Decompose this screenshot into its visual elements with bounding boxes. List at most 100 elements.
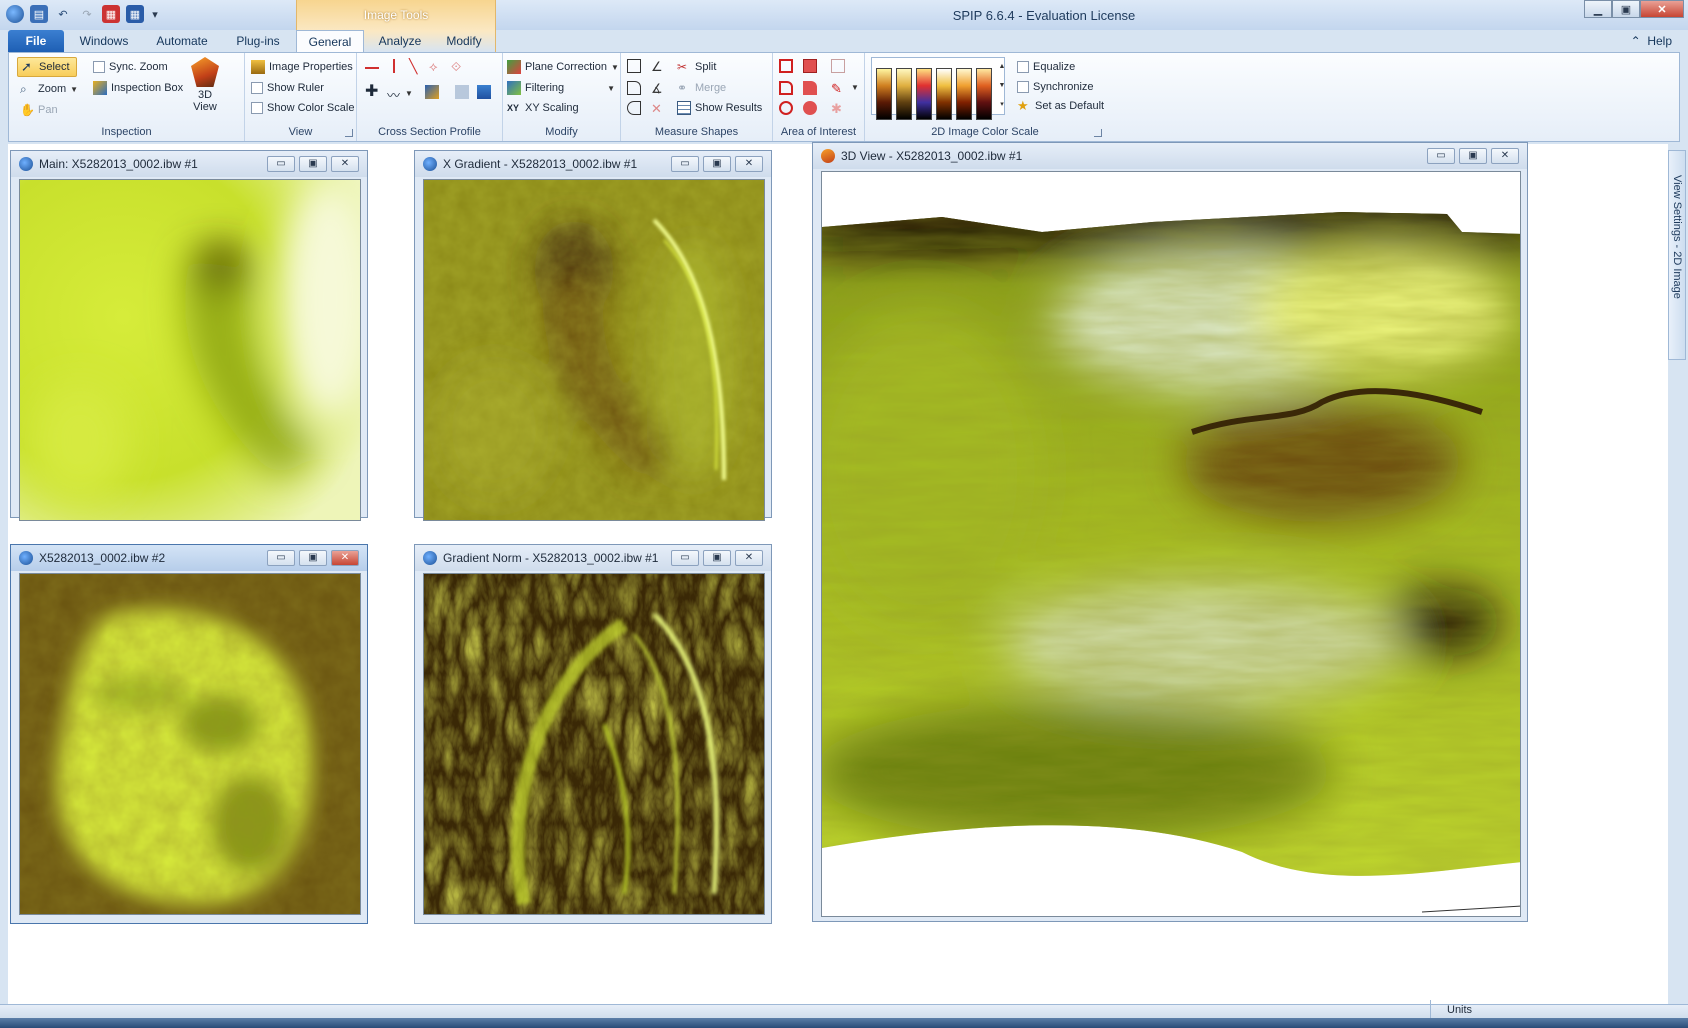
color-scale-swatch-2[interactable]	[896, 68, 912, 120]
rectangle-shape-icon[interactable]	[627, 59, 641, 73]
delete-shape-icon[interactable]: ✕	[651, 101, 665, 116]
xy-scaling-button[interactable]: XY XY Scaling	[507, 98, 579, 118]
show-ruler-checkbox[interactable]: Show Ruler	[251, 78, 324, 98]
units-status[interactable]: Units	[1430, 1000, 1688, 1020]
3d-canvas[interactable]	[821, 171, 1521, 917]
pan-button[interactable]: ✋ Pan	[20, 100, 58, 120]
close-button[interactable]: ✕	[735, 156, 763, 172]
minimize-button[interactable]: ▭	[1427, 148, 1455, 164]
window-3d-view[interactable]: 3D View - X5282013_0002.ibw #1 ▭ ▣ ✕	[812, 142, 1528, 922]
color-scale-gallery[interactable]	[871, 57, 1005, 120]
freehand-profile-icon[interactable]: ⟡	[429, 59, 443, 74]
tab-analyze[interactable]: Analyze	[370, 30, 430, 52]
aoi-ellipse-icon[interactable]	[779, 101, 793, 115]
window-main[interactable]: Main: X5282013_0002.ibw #1 ▭ ▣ ✕	[10, 150, 368, 521]
image-properties-button[interactable]: Image Properties	[251, 57, 353, 77]
split-button[interactable]: ✂ Split	[677, 57, 716, 77]
chevron-down-icon[interactable]: ▼	[851, 83, 859, 92]
set-as-default-label: Set as Default	[1035, 100, 1105, 112]
tab-plug-ins[interactable]: Plug-ins	[226, 30, 290, 52]
profile-image-icon[interactable]	[455, 85, 469, 99]
color-scale-swatch-4[interactable]	[936, 68, 952, 120]
zoom-button[interactable]: ⌕ Zoom ▼	[20, 79, 78, 99]
close-button[interactable]: ✕	[331, 550, 359, 566]
profile-export-icon[interactable]	[477, 85, 491, 99]
checkbox-icon	[93, 61, 105, 73]
color-scale-swatch-1[interactable]	[876, 68, 892, 120]
group-area-of-interest: ✎ ▼ ✱ Area of Interest	[773, 53, 865, 141]
image-canvas[interactable]	[19, 179, 361, 521]
diagonal-line-icon[interactable]: ╲	[409, 59, 423, 73]
arc-shape-icon[interactable]	[627, 101, 641, 115]
window-x-gradient[interactable]: X Gradient - X5282013_0002.ibw #1 ▭ ▣ ✕	[414, 150, 772, 521]
aoi-rectangle-filled-icon[interactable]	[803, 59, 817, 73]
minimize-button[interactable]: ▁	[1584, 0, 1612, 18]
maximize-button[interactable]: ▣	[703, 550, 731, 566]
maximize-button[interactable]: ▣	[1459, 148, 1487, 164]
minimize-button[interactable]: ▭	[671, 156, 699, 172]
equalize-checkbox[interactable]: Equalize	[1017, 57, 1075, 77]
3d-view-label-line2: View	[193, 101, 217, 113]
profile-settings-icon[interactable]	[425, 85, 439, 99]
maximize-button[interactable]: ▣	[299, 156, 327, 172]
vertical-line-icon[interactable]	[393, 59, 395, 73]
image-canvas[interactable]	[19, 573, 361, 915]
color-scale-swatch-5[interactable]	[956, 68, 972, 120]
dialog-launcher-icon[interactable]	[345, 129, 353, 137]
aoi-ellipse-filled-icon[interactable]	[803, 101, 817, 115]
side-panel-tab[interactable]: View Settings - 2D Image	[1668, 150, 1686, 360]
minimize-button[interactable]: ▭	[267, 550, 295, 566]
color-scale-swatch-6[interactable]	[976, 68, 992, 120]
color-scale-swatch-3[interactable]	[916, 68, 932, 120]
equalize-label: Equalize	[1033, 61, 1076, 73]
image-canvas[interactable]	[423, 179, 765, 521]
angle-shape-icon[interactable]: ∠	[651, 59, 665, 74]
aoi-disabled-icon[interactable]	[831, 59, 845, 73]
dialog-launcher-icon[interactable]	[1094, 129, 1102, 137]
filtering-button[interactable]: Filtering ▼	[507, 78, 615, 98]
image-canvas[interactable]	[423, 573, 765, 915]
shape-profile-icon[interactable]: ⟐	[451, 59, 465, 74]
inspection-box-button[interactable]: Inspection Box	[93, 78, 183, 98]
show-color-scale-checkbox[interactable]: Show Color Scale	[251, 98, 354, 118]
close-button[interactable]: ✕	[331, 156, 359, 172]
polyline-icon[interactable]: 〰	[387, 85, 401, 103]
3d-view-button[interactable]: 3D View	[187, 57, 223, 113]
tab-automate[interactable]: Automate	[146, 30, 218, 52]
window-gradient-norm[interactable]: Gradient Norm - X5282013_0002.ibw #1 ▭ ▣…	[414, 544, 772, 924]
sync-zoom-checkbox[interactable]: Sync. Zoom	[93, 57, 168, 77]
close-button[interactable]: ✕	[1640, 0, 1684, 18]
maximize-button[interactable]: ▣	[299, 550, 327, 566]
merge-button[interactable]: ⚭ Merge	[677, 78, 726, 98]
close-button[interactable]: ✕	[1491, 148, 1519, 164]
plane-correction-button[interactable]: Plane Correction ▼	[507, 57, 619, 77]
close-button[interactable]: ✕	[735, 550, 763, 566]
angle-alt-icon[interactable]: ∡	[651, 81, 665, 96]
synchronize-checkbox[interactable]: Synchronize	[1017, 77, 1094, 97]
window-x5282013-2[interactable]: X5282013_0002.ibw #2 ▭ ▣ ✕	[10, 544, 368, 924]
horizontal-line-icon[interactable]	[365, 67, 379, 69]
crosshair-icon[interactable]: ✚	[365, 84, 379, 100]
polygon-shape-icon[interactable]	[627, 81, 641, 95]
window-controls: ▭ ▣ ✕	[1427, 148, 1519, 164]
aoi-rectangle-icon[interactable]	[779, 59, 793, 73]
tab-general[interactable]: General	[296, 30, 364, 52]
minimize-button[interactable]: ▭	[267, 156, 295, 172]
aoi-brush-icon[interactable]: ✎	[831, 81, 845, 96]
tab-file[interactable]: File	[8, 30, 64, 52]
show-results-button[interactable]: Show Results	[677, 98, 762, 118]
aoi-clear-icon[interactable]: ✱	[831, 101, 845, 116]
maximize-button[interactable]: ▣	[703, 156, 731, 172]
maximize-button[interactable]: ▣	[1612, 0, 1640, 18]
help-button[interactable]: ⌃ Help	[1631, 34, 1672, 48]
gallery-scroll[interactable]: ▲ ▼ ▾	[997, 57, 1007, 115]
tab-modify[interactable]: Modify	[434, 30, 494, 52]
set-as-default-button[interactable]: ★ Set as Default	[1017, 96, 1104, 116]
window-titlebar[interactable]: 3D View - X5282013_0002.ibw #1	[813, 143, 1527, 169]
aoi-polygon-filled-icon[interactable]	[803, 81, 817, 95]
chevron-down-icon[interactable]: ▼	[405, 89, 413, 98]
minimize-button[interactable]: ▭	[671, 550, 699, 566]
tab-windows[interactable]: Windows	[70, 30, 138, 52]
select-button[interactable]: ➚ Select	[17, 57, 77, 77]
aoi-polygon-icon[interactable]	[779, 81, 793, 95]
